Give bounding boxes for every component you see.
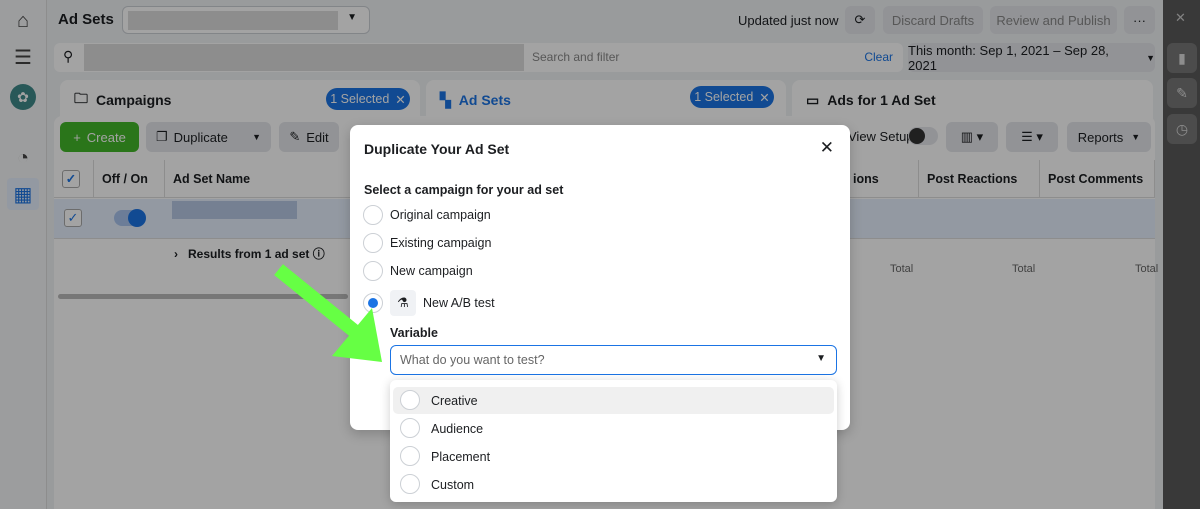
- variable-option-custom[interactable]: Custom: [393, 471, 834, 498]
- variable-option-creative[interactable]: Creative: [393, 387, 834, 414]
- option-new[interactable]: New campaign: [390, 264, 473, 278]
- section-label: Select a campaign for your ad set: [364, 183, 564, 197]
- modal-title: Duplicate Your Ad Set: [364, 141, 510, 157]
- green-arrow-annotation: [274, 264, 382, 362]
- variable-placeholder: What do you want to test?: [400, 353, 545, 367]
- option-ab-test[interactable]: New A/B test: [423, 296, 495, 310]
- variable-select[interactable]: What do you want to test? ▼: [390, 345, 837, 375]
- variable-option-placement[interactable]: Placement: [393, 443, 834, 470]
- chevron-down-icon: ▼: [816, 353, 826, 364]
- variable-dropdown: Creative Audience Placement Custom: [390, 380, 837, 502]
- option-existing[interactable]: Existing campaign: [390, 236, 491, 250]
- radio-existing[interactable]: [363, 233, 383, 253]
- option-original[interactable]: Original campaign: [390, 208, 491, 222]
- radio-original[interactable]: [363, 205, 383, 225]
- variable-option-audience[interactable]: Audience: [393, 415, 834, 442]
- close-icon[interactable]: ✕: [820, 138, 834, 158]
